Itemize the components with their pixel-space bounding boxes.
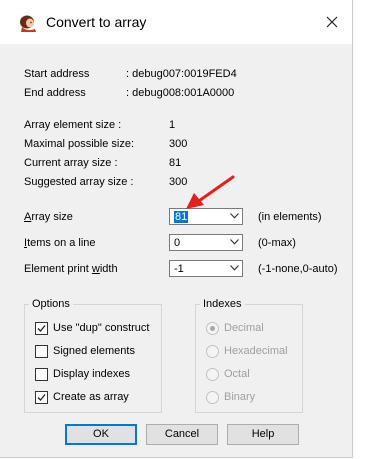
ida-app-icon (19, 14, 39, 32)
dialog-title: Convert to array (46, 14, 147, 30)
chevron-down-icon (230, 265, 239, 271)
annotation-arrow-icon (186, 175, 235, 209)
array-size-label: Array size (24, 211, 73, 223)
items-on-line-hint: (0-max) (258, 237, 296, 249)
use-dup-checkbox[interactable] (35, 322, 48, 335)
cancel-button[interactable]: Cancel (146, 424, 218, 445)
help-button[interactable]: Help (227, 424, 299, 445)
hexadecimal-radio[interactable] (206, 345, 219, 358)
display-indexes-label: Display indexes (53, 368, 131, 380)
title-bar: Convert to array (0, 0, 352, 44)
check-icon (37, 394, 46, 401)
decimal-radio[interactable] (206, 322, 219, 335)
end-address-value: : debug008:001A0000 (126, 87, 235, 99)
check-icon (37, 325, 46, 332)
hexadecimal-label: Hexadecimal (224, 345, 288, 357)
current-size-label: Current array size : (24, 157, 118, 169)
array-size-value: 81 (174, 211, 189, 223)
maximal-size-value: 300 (169, 138, 188, 150)
print-width-value: -1 (174, 263, 184, 275)
suggested-size-label: Suggested array size : (24, 176, 134, 188)
binary-radio[interactable] (206, 391, 219, 404)
items-on-line-label: Items on a line (24, 237, 96, 249)
decimal-label: Decimal (224, 322, 264, 334)
print-width-hint: (-1-none,0-auto) (258, 263, 338, 275)
create-as-array-checkbox[interactable] (35, 391, 48, 404)
display-indexes-checkbox[interactable] (35, 368, 48, 381)
end-address-label: End address (24, 87, 86, 99)
octal-radio[interactable] (206, 368, 219, 381)
print-width-label: Element print width (24, 263, 118, 275)
indexes-group: Indexes Decimal Hexadecimal Octal Binary (195, 298, 303, 413)
use-dup-label: Use "dup" construct (53, 322, 150, 334)
array-size-hint: (in elements) (258, 211, 322, 223)
print-width-combo[interactable]: -1 (169, 260, 243, 277)
items-on-line-value: 0 (174, 237, 181, 249)
signed-elements-label: Signed elements (53, 345, 135, 357)
options-group: Options Use "dup" construct Signed eleme… (24, 298, 162, 413)
close-button[interactable] (314, 8, 350, 36)
indexes-group-title: Indexes (200, 298, 245, 310)
maximal-size-label: Maximal possible size: (24, 138, 135, 150)
chevron-down-icon (230, 213, 239, 219)
convert-to-array-dialog: Convert to array Start address : debug00… (0, 0, 353, 458)
array-element-size-label: Array element size : (24, 119, 122, 131)
start-address-value: : debug007:0019FED4 (126, 68, 237, 80)
items-on-line-combo[interactable]: 0 (169, 234, 243, 251)
array-element-size-value: 1 (169, 119, 176, 131)
options-group-title: Options (29, 298, 73, 310)
chevron-down-icon (230, 239, 239, 245)
binary-label: Binary (224, 391, 256, 403)
close-icon (326, 16, 338, 28)
ok-button[interactable]: OK (65, 424, 137, 445)
start-address-label: Start address (24, 68, 90, 80)
signed-elements-checkbox[interactable] (35, 345, 48, 358)
octal-label: Octal (224, 368, 250, 380)
create-as-array-label: Create as array (53, 391, 129, 403)
current-size-value: 81 (169, 157, 182, 169)
